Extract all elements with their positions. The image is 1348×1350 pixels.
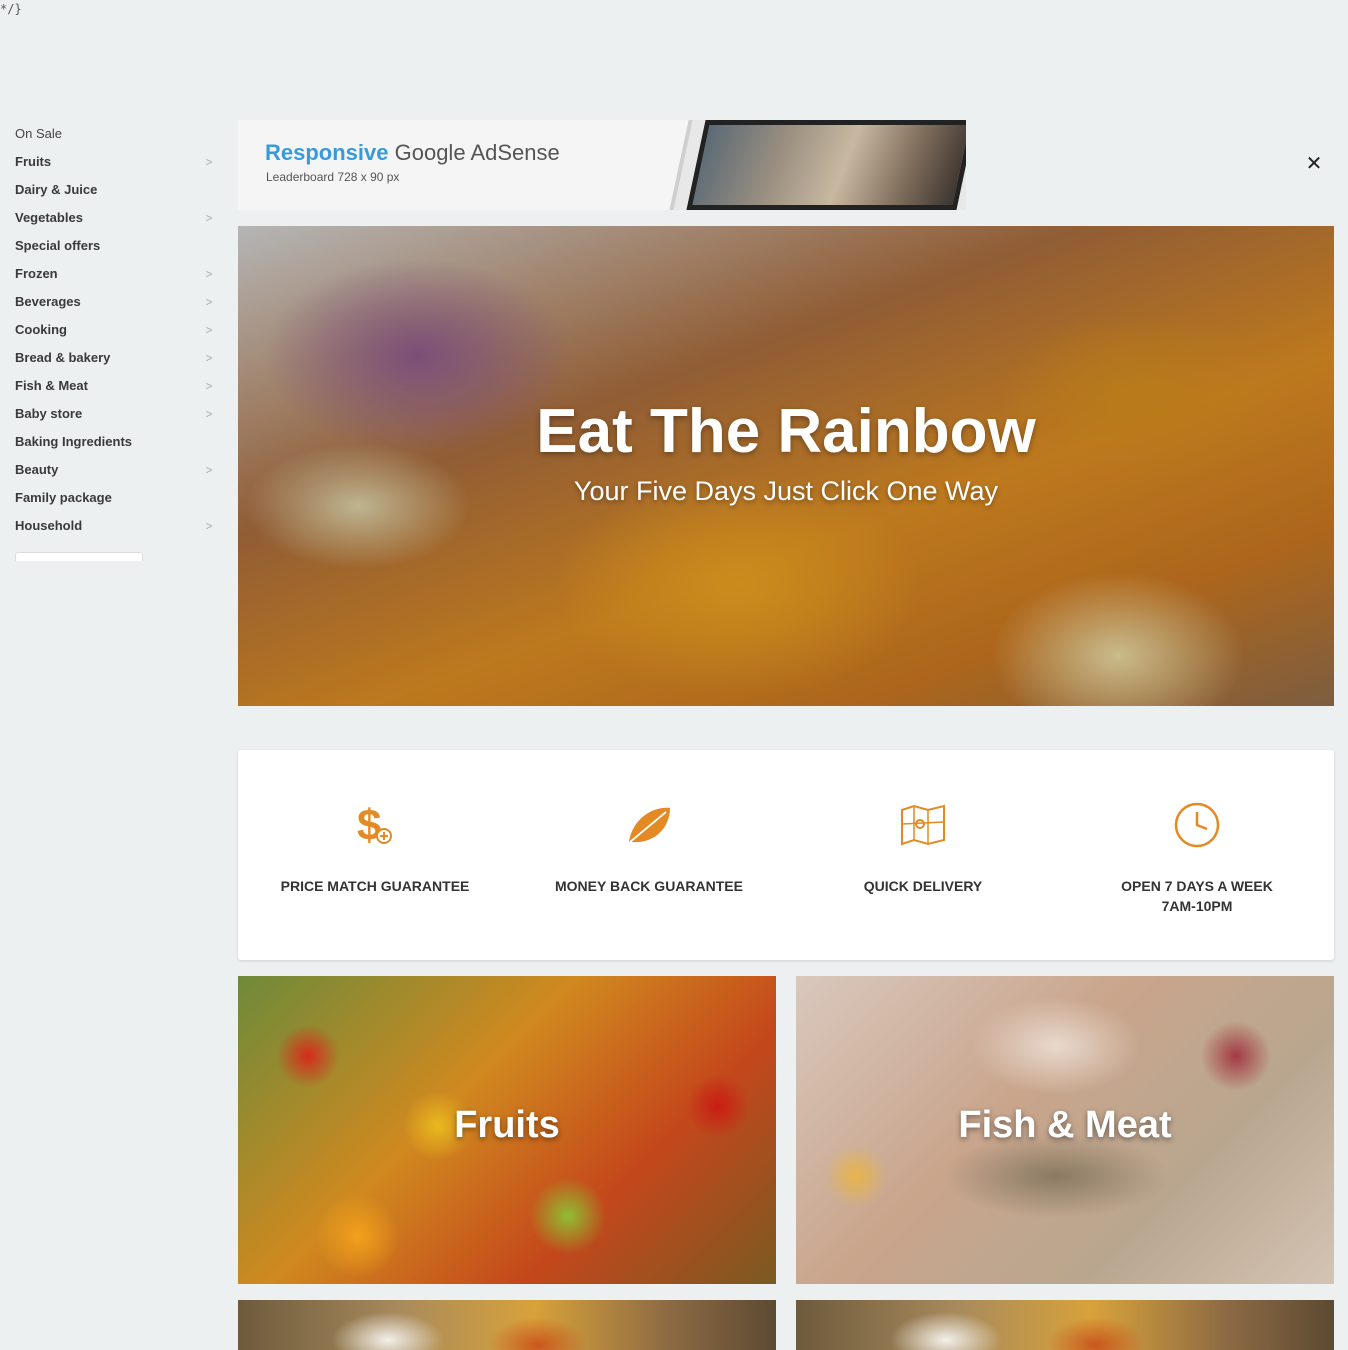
chevron-right-icon[interactable]: >: [203, 288, 215, 316]
sidebar-item-label: Fruits: [15, 154, 52, 169]
sidebar-item-label: Cooking: [15, 322, 67, 337]
sidebar-item[interactable]: Special offers: [15, 232, 215, 260]
chevron-right-icon[interactable]: >: [203, 316, 215, 344]
feature-money-back: MONEY BACK GUARANTEE: [512, 800, 786, 896]
sidebar-item[interactable]: Vegetables >: [15, 204, 215, 232]
feature-quick-delivery: QUICK DELIVERY: [786, 800, 1060, 896]
ad-banner[interactable]: Responsive Google AdSense Leaderboard 72…: [238, 120, 966, 210]
category-title: Fruits: [454, 1104, 560, 1146]
sidebar-item[interactable]: Frozen >: [15, 260, 215, 288]
category-sidebar: On Sale Fruits > Dairy & Juice Vegetables > Sp…: [15, 120, 215, 561]
sidebar-widget: [15, 552, 143, 561]
sidebar-item-label: Bread & bakery: [15, 350, 111, 365]
sidebar-item[interactable]: Fruits >: [15, 148, 215, 176]
sidebar-item[interactable]: Beauty >: [15, 456, 215, 484]
chevron-right-icon[interactable]: >: [203, 512, 215, 540]
category-tile-fish-meat[interactable]: Fish & Meat: [796, 976, 1334, 1284]
ad-title: Responsive Google AdSense: [265, 140, 560, 166]
feature-price-match: $ PRICE MATCH GUARANTEE: [238, 800, 512, 896]
sidebar-item-label: Vegetables: [15, 210, 83, 225]
chevron-right-icon[interactable]: >: [203, 372, 215, 400]
feature-label: MONEY BACK GUARANTEE: [555, 878, 743, 894]
hero-subtitle: Your Five Days Just Click One Way: [573, 476, 999, 506]
sidebar-item[interactable]: Household >: [15, 512, 215, 540]
chevron-right-icon[interactable]: >: [203, 456, 215, 484]
sidebar-item-label: Baby store: [15, 406, 83, 421]
sidebar-item-label: Baking Ingredients: [15, 434, 133, 449]
ad-subtitle: Leaderboard 728 x 90 px: [266, 170, 400, 184]
sidebar-item-label: Special offers: [15, 238, 101, 253]
map-icon: [901, 804, 945, 846]
ad-title-highlight: Responsive: [265, 140, 389, 165]
sidebar-item-label: Frozen: [15, 266, 58, 281]
sidebar-item[interactable]: Baby store >: [15, 400, 215, 428]
category-tile-spices[interactable]: [238, 1300, 776, 1350]
stray-code-text: */}: [0, 2, 22, 16]
sidebar-item[interactable]: Cooking >: [15, 316, 215, 344]
feature-label: OPEN 7 DAYS A WEEK 7AM-10PM: [1121, 878, 1273, 914]
sidebar-item[interactable]: Family package: [15, 484, 215, 512]
category-tile-fruits[interactable]: Fruits: [238, 976, 776, 1284]
svg-text:$: $: [357, 801, 381, 850]
chevron-right-icon[interactable]: >: [203, 344, 215, 372]
sidebar-item-label: Household: [15, 518, 83, 533]
sidebar-item[interactable]: Bread & bakery >: [15, 344, 215, 372]
sidebar-item-label: Dairy & Juice: [15, 182, 98, 197]
sidebar-item-label: Beverages: [15, 294, 81, 309]
feature-open-hours: OPEN 7 DAYS A WEEK 7AM-10PM: [1060, 800, 1334, 916]
features-panel: $ PRICE MATCH GUARANTEE MONEY BACK GUARA…: [238, 750, 1334, 960]
clock-icon: [1174, 802, 1220, 848]
sidebar-item[interactable]: On Sale: [15, 120, 215, 148]
feature-label: QUICK DELIVERY: [863, 878, 983, 894]
sidebar-item-label: Beauty: [15, 462, 59, 477]
hero-title: Eat The Rainbow: [536, 397, 1036, 466]
feature-label: PRICE MATCH GUARANTEE: [280, 878, 470, 894]
chevron-right-icon[interactable]: >: [203, 260, 215, 288]
category-tile-spices[interactable]: [796, 1300, 1334, 1350]
sidebar-item[interactable]: Dairy & Juice: [15, 176, 215, 204]
category-title: Fish & Meat: [958, 1104, 1172, 1146]
chevron-right-icon[interactable]: >: [203, 400, 215, 428]
chevron-right-icon[interactable]: >: [203, 204, 215, 232]
ad-phone-screen-image: [686, 120, 966, 210]
ad-title-rest: Google AdSense: [388, 140, 560, 165]
sidebar-item-label: On Sale: [15, 126, 62, 141]
leaf-icon: [629, 807, 670, 843]
dollar-plus-icon: $: [357, 801, 392, 850]
sidebar-item[interactable]: Baking Ingredients: [15, 428, 215, 456]
sidebar-item[interactable]: Beverages >: [15, 288, 215, 316]
chevron-right-icon[interactable]: >: [203, 148, 215, 176]
sidebar-item[interactable]: Fish & Meat >: [15, 372, 215, 400]
hero-banner[interactable]: Eat The Rainbow Your Five Days Just Clic…: [238, 226, 1334, 706]
close-icon[interactable]: ✕: [1304, 154, 1324, 174]
sidebar-item-label: Family package: [15, 490, 112, 505]
sidebar-item-label: Fish & Meat: [15, 378, 88, 393]
